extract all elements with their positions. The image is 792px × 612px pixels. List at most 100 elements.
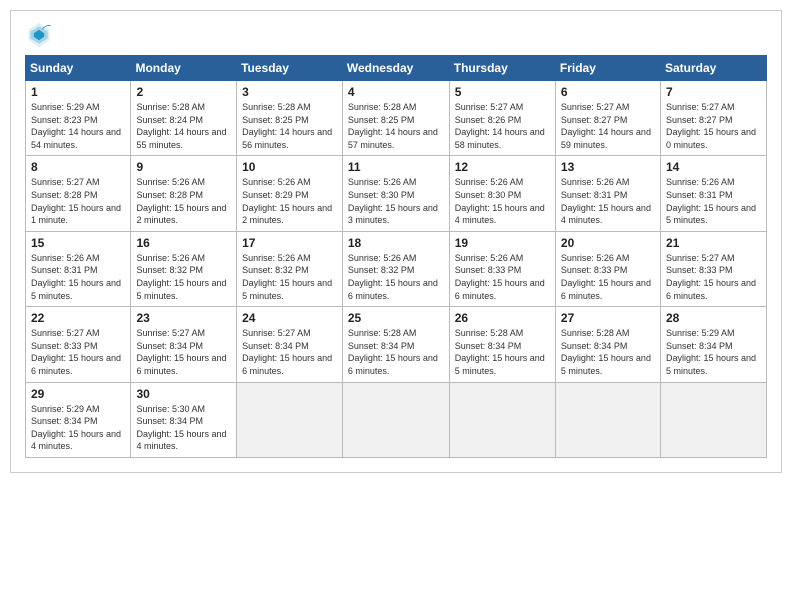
calendar-cell: 5 Sunrise: 5:27 AMSunset: 8:26 PMDaylight… bbox=[449, 81, 555, 156]
calendar-cell: 21 Sunrise: 5:27 AMSunset: 8:33 PMDayligh… bbox=[660, 231, 766, 306]
weekday-tuesday: Tuesday bbox=[237, 56, 343, 81]
day-number: 18 bbox=[348, 236, 444, 250]
day-number: 14 bbox=[666, 160, 761, 174]
day-detail: Sunrise: 5:28 AMSunset: 8:34 PMDaylight:… bbox=[561, 327, 655, 377]
day-number: 19 bbox=[455, 236, 550, 250]
day-detail: Sunrise: 5:29 AMSunset: 8:34 PMDaylight:… bbox=[31, 403, 125, 453]
calendar-cell: 24 Sunrise: 5:27 AMSunset: 8:34 PMDayligh… bbox=[237, 307, 343, 382]
day-number: 24 bbox=[242, 311, 337, 325]
weekday-friday: Friday bbox=[555, 56, 660, 81]
logo-icon bbox=[25, 21, 53, 49]
day-number: 6 bbox=[561, 85, 655, 99]
calendar-week-5: 29 Sunrise: 5:29 AMSunset: 8:34 PMDayligh… bbox=[26, 382, 767, 457]
day-detail: Sunrise: 5:26 AMSunset: 8:31 PMDaylight:… bbox=[561, 176, 655, 226]
day-detail: Sunrise: 5:26 AMSunset: 8:31 PMDaylight:… bbox=[666, 176, 761, 226]
calendar-week-2: 8 Sunrise: 5:27 AMSunset: 8:28 PMDaylight… bbox=[26, 156, 767, 231]
calendar-cell: 6 Sunrise: 5:27 AMSunset: 8:27 PMDaylight… bbox=[555, 81, 660, 156]
day-detail: Sunrise: 5:30 AMSunset: 8:34 PMDaylight:… bbox=[136, 403, 231, 453]
day-number: 28 bbox=[666, 311, 761, 325]
calendar-cell: 25Sunrise: 5:28 AMSunset: 8:34 PMDayligh… bbox=[342, 307, 449, 382]
calendar-cell: 29 Sunrise: 5:29 AMSunset: 8:34 PMDayligh… bbox=[26, 382, 131, 457]
day-detail: Sunrise: 5:27 AMSunset: 8:27 PMDaylight:… bbox=[561, 101, 655, 151]
day-number: 5 bbox=[455, 85, 550, 99]
day-number: 4 bbox=[348, 85, 444, 99]
day-detail: Sunrise: 5:28 AMSunset: 8:24 PMDaylight:… bbox=[136, 101, 231, 151]
day-detail: Sunrise: 5:28 AMSunset: 8:25 PMDaylight:… bbox=[242, 101, 337, 151]
day-detail: Sunrise: 5:26 AMSunset: 8:30 PMDaylight:… bbox=[348, 176, 444, 226]
calendar-cell: 15 Sunrise: 5:26 AMSunset: 8:31 PMDayligh… bbox=[26, 231, 131, 306]
weekday-saturday: Saturday bbox=[660, 56, 766, 81]
day-detail: Sunrise: 5:26 AMSunset: 8:29 PMDaylight:… bbox=[242, 176, 337, 226]
day-number: 1 bbox=[31, 85, 125, 99]
calendar-cell: 1 Sunrise: 5:29 AMSunset: 8:23 PMDaylight… bbox=[26, 81, 131, 156]
day-number: 23 bbox=[136, 311, 231, 325]
day-detail: Sunrise: 5:27 AMSunset: 8:28 PMDaylight:… bbox=[31, 176, 125, 226]
day-detail: Sunrise: 5:29 AMSunset: 8:34 PMDaylight:… bbox=[666, 327, 761, 377]
day-detail: Sunrise: 5:26 AMSunset: 8:33 PMDaylight:… bbox=[561, 252, 655, 302]
calendar-cell bbox=[342, 382, 449, 457]
day-number: 27 bbox=[561, 311, 655, 325]
calendar-cell: 27 Sunrise: 5:28 AMSunset: 8:34 PMDayligh… bbox=[555, 307, 660, 382]
day-detail: Sunrise: 5:26 AMSunset: 8:32 PMDaylight:… bbox=[242, 252, 337, 302]
day-number: 7 bbox=[666, 85, 761, 99]
day-number: 2 bbox=[136, 85, 231, 99]
calendar-body: 1 Sunrise: 5:29 AMSunset: 8:23 PMDaylight… bbox=[26, 81, 767, 458]
day-number: 3 bbox=[242, 85, 337, 99]
day-detail: Sunrise: 5:26 AMSunset: 8:28 PMDaylight:… bbox=[136, 176, 231, 226]
weekday-wednesday: Wednesday bbox=[342, 56, 449, 81]
day-number: 25 bbox=[348, 311, 444, 325]
header bbox=[25, 21, 767, 49]
calendar-cell: 10Sunrise: 5:26 AMSunset: 8:29 PMDayligh… bbox=[237, 156, 343, 231]
logo bbox=[25, 21, 57, 49]
calendar-week-3: 15 Sunrise: 5:26 AMSunset: 8:31 PMDayligh… bbox=[26, 231, 767, 306]
day-detail: Sunrise: 5:26 AMSunset: 8:33 PMDaylight:… bbox=[455, 252, 550, 302]
calendar-header: SundayMondayTuesdayWednesdayThursdayFrid… bbox=[26, 56, 767, 81]
day-number: 15 bbox=[31, 236, 125, 250]
day-number: 13 bbox=[561, 160, 655, 174]
day-number: 29 bbox=[31, 387, 125, 401]
day-detail: Sunrise: 5:27 AMSunset: 8:34 PMDaylight:… bbox=[136, 327, 231, 377]
calendar-cell: 4 Sunrise: 5:28 AMSunset: 8:25 PMDaylight… bbox=[342, 81, 449, 156]
calendar-cell bbox=[237, 382, 343, 457]
day-number: 20 bbox=[561, 236, 655, 250]
day-detail: Sunrise: 5:26 AMSunset: 8:30 PMDaylight:… bbox=[455, 176, 550, 226]
page: SundayMondayTuesdayWednesdayThursdayFrid… bbox=[10, 10, 782, 473]
calendar-cell: 14 Sunrise: 5:26 AMSunset: 8:31 PMDayligh… bbox=[660, 156, 766, 231]
calendar-week-4: 22Sunrise: 5:27 AMSunset: 8:33 PMDayligh… bbox=[26, 307, 767, 382]
calendar-cell: 23 Sunrise: 5:27 AMSunset: 8:34 PMDayligh… bbox=[131, 307, 237, 382]
calendar-cell: 18 Sunrise: 5:26 AMSunset: 8:32 PMDayligh… bbox=[342, 231, 449, 306]
day-detail: Sunrise: 5:26 AMSunset: 8:32 PMDaylight:… bbox=[136, 252, 231, 302]
day-number: 16 bbox=[136, 236, 231, 250]
calendar-cell: 20 Sunrise: 5:26 AMSunset: 8:33 PMDayligh… bbox=[555, 231, 660, 306]
calendar-cell: 26 Sunrise: 5:28 AMSunset: 8:34 PMDayligh… bbox=[449, 307, 555, 382]
calendar-cell bbox=[555, 382, 660, 457]
day-detail: Sunrise: 5:27 AMSunset: 8:26 PMDaylight:… bbox=[455, 101, 550, 151]
calendar-cell: 22Sunrise: 5:27 AMSunset: 8:33 PMDayligh… bbox=[26, 307, 131, 382]
weekday-header-row: SundayMondayTuesdayWednesdayThursdayFrid… bbox=[26, 56, 767, 81]
day-detail: Sunrise: 5:27 AMSunset: 8:33 PMDaylight:… bbox=[666, 252, 761, 302]
day-detail: Sunrise: 5:27 AMSunset: 8:33 PMDaylight:… bbox=[31, 327, 125, 377]
day-detail: Sunrise: 5:27 AMSunset: 8:27 PMDaylight:… bbox=[666, 101, 761, 151]
calendar-cell: 16 Sunrise: 5:26 AMSunset: 8:32 PMDayligh… bbox=[131, 231, 237, 306]
weekday-sunday: Sunday bbox=[26, 56, 131, 81]
day-number: 12 bbox=[455, 160, 550, 174]
day-number: 8 bbox=[31, 160, 125, 174]
day-number: 30 bbox=[136, 387, 231, 401]
day-detail: Sunrise: 5:29 AMSunset: 8:23 PMDaylight:… bbox=[31, 101, 125, 151]
weekday-thursday: Thursday bbox=[449, 56, 555, 81]
day-detail: Sunrise: 5:28 AMSunset: 8:25 PMDaylight:… bbox=[348, 101, 444, 151]
calendar-cell bbox=[660, 382, 766, 457]
day-number: 26 bbox=[455, 311, 550, 325]
calendar-cell: 30 Sunrise: 5:30 AMSunset: 8:34 PMDayligh… bbox=[131, 382, 237, 457]
day-detail: Sunrise: 5:28 AMSunset: 8:34 PMDaylight:… bbox=[455, 327, 550, 377]
day-number: 21 bbox=[666, 236, 761, 250]
calendar-cell: 17Sunrise: 5:26 AMSunset: 8:32 PMDayligh… bbox=[237, 231, 343, 306]
day-detail: Sunrise: 5:26 AMSunset: 8:32 PMDaylight:… bbox=[348, 252, 444, 302]
day-detail: Sunrise: 5:26 AMSunset: 8:31 PMDaylight:… bbox=[31, 252, 125, 302]
calendar-week-1: 1 Sunrise: 5:29 AMSunset: 8:23 PMDaylight… bbox=[26, 81, 767, 156]
calendar-cell: 12 Sunrise: 5:26 AMSunset: 8:30 PMDayligh… bbox=[449, 156, 555, 231]
calendar-table: SundayMondayTuesdayWednesdayThursdayFrid… bbox=[25, 55, 767, 458]
calendar-cell bbox=[449, 382, 555, 457]
day-detail: Sunrise: 5:27 AMSunset: 8:34 PMDaylight:… bbox=[242, 327, 337, 377]
calendar-cell: 8 Sunrise: 5:27 AMSunset: 8:28 PMDaylight… bbox=[26, 156, 131, 231]
